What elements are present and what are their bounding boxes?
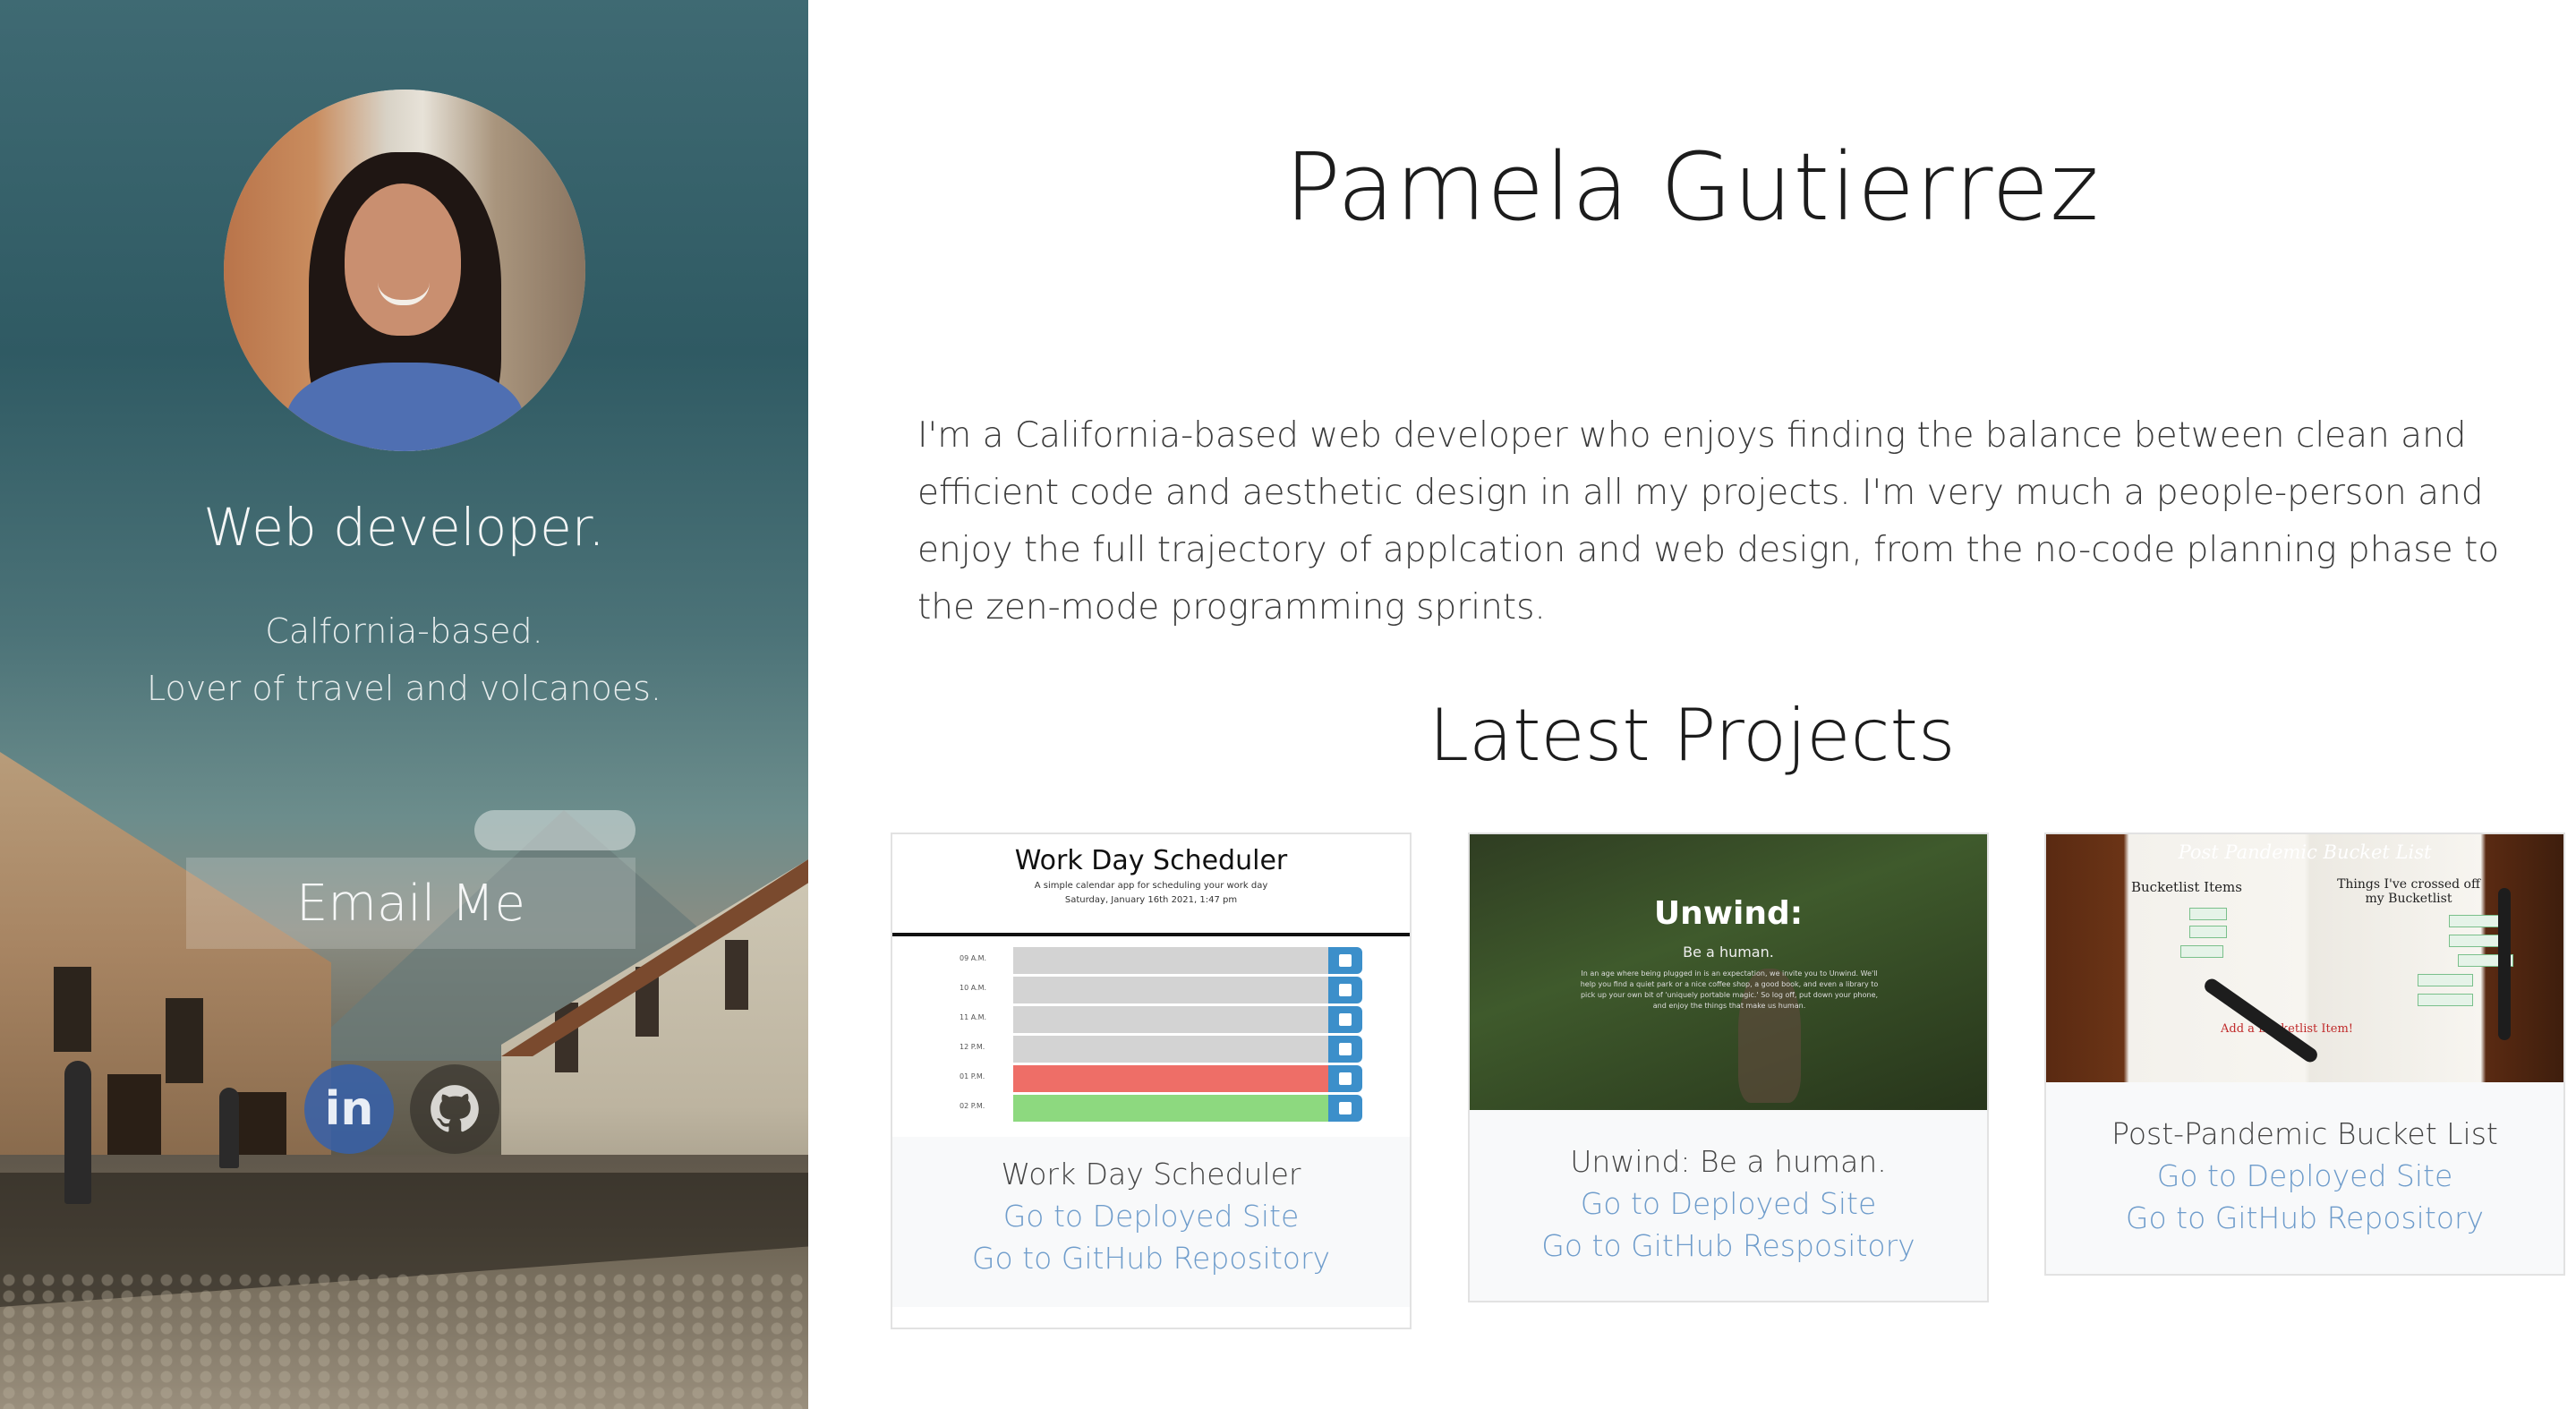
save-icon	[1328, 1095, 1362, 1122]
pen-icon	[2498, 888, 2511, 1040]
thumb-date: Saturday, January 16th 2021, 1:47 pm	[1064, 895, 1238, 905]
linkedin-icon: in	[324, 1082, 374, 1136]
cloud-background	[474, 810, 635, 850]
sidebar-tagline: Web developer.	[203, 497, 605, 558]
time-block-present: 01 P.M.	[960, 1065, 1362, 1092]
project-screenshot[interactable]: Unwind: Be a human. In an age where bein…	[1470, 834, 1987, 1110]
github-icon	[431, 1085, 479, 1132]
sidebar-interests: Lover of travel and volcanoes.	[147, 669, 661, 708]
project-title: Work Day Scheduler	[1001, 1157, 1301, 1191]
github-link[interactable]	[410, 1064, 499, 1154]
email-me-button[interactable]: Email Me	[186, 858, 635, 949]
hour-label: 10 A.M.	[960, 984, 987, 992]
thumb-subtitle: Be a human.	[1683, 944, 1774, 961]
github-repo-link[interactable]: Go to GitHub Repository	[2046, 1200, 2563, 1235]
thumb-title: Work Day Scheduler	[1014, 845, 1288, 876]
thumb-title: Post Pandemic Bucket List	[2178, 841, 2432, 863]
save-icon	[1328, 1065, 1362, 1092]
save-icon	[1328, 947, 1362, 974]
page-title: Pamela Gutierrez	[1284, 132, 2100, 242]
pen-icon	[2201, 976, 2321, 1065]
time-block-past: 09 A.M.	[960, 947, 1362, 974]
time-block-past: 12 P.M.	[960, 1036, 1362, 1063]
github-repo-link[interactable]: Go to GitHub Repository	[892, 1241, 1410, 1276]
deployed-site-link[interactable]: Go to Deployed Site	[1470, 1186, 1987, 1221]
project-card-body: Post-Pandemic Bucket List Go to Deployed…	[2046, 1082, 2563, 1274]
person-figure	[219, 1088, 239, 1168]
project-screenshot[interactable]: Post Pandemic Bucket List Bucketlist Ite…	[2046, 834, 2563, 1082]
linkedin-link[interactable]: in	[304, 1064, 394, 1154]
hour-label: 12 P.M.	[960, 1043, 985, 1051]
thumb-left-heading: Bucketlist Items	[2131, 879, 2242, 895]
project-card-unwind: Unwind: Be a human. In an age where bein…	[1468, 833, 1989, 1302]
thumb-right-heading: Things I've crossed off my Bucketlist	[2337, 877, 2480, 906]
bio-paragraph: I'm a California-based web developer who…	[917, 415, 2500, 628]
project-title: Unwind: Be a human.	[1570, 1144, 1887, 1179]
sidebar-location: Calfornia-based.	[265, 611, 543, 651]
save-icon	[1328, 977, 1362, 1003]
hour-label: 11 A.M.	[960, 1013, 987, 1021]
avatar	[224, 90, 585, 451]
project-card-body: Unwind: Be a human. Go to Deployed Site …	[1470, 1110, 1987, 1301]
project-card-work-day-scheduler: Work Day Scheduler A simple calendar app…	[891, 833, 1412, 1329]
time-block-future: 02 P.M.	[960, 1095, 1362, 1122]
thumb-title: Unwind:	[1653, 895, 1804, 932]
project-title: Post-Pandemic Bucket List	[2111, 1116, 2498, 1151]
sidebar: Web developer. Calfornia-based. Lover of…	[0, 0, 808, 1409]
time-block-past: 11 A.M.	[960, 1006, 1362, 1033]
scheduler-grid: 09 A.M. 10 A.M. 11 A.M. 12 P.M. 01 P.M. …	[892, 936, 1410, 1137]
cobblestones	[0, 1271, 808, 1409]
save-icon	[1328, 1006, 1362, 1033]
project-card-bucket-list: Post Pandemic Bucket List Bucketlist Ite…	[2044, 833, 2565, 1276]
projects-heading: Latest Projects	[1429, 694, 1956, 777]
deployed-site-link[interactable]: Go to Deployed Site	[892, 1199, 1410, 1234]
thumb-subtitle: A simple calendar app for scheduling you…	[1034, 881, 1268, 891]
time-block-past: 10 A.M.	[960, 977, 1362, 1003]
thumb-text: In an age where being plugged in is an e…	[1580, 969, 1879, 1010]
project-screenshot[interactable]: Work Day Scheduler A simple calendar app…	[892, 834, 1410, 936]
save-icon	[1328, 1036, 1362, 1063]
hour-label: 01 P.M.	[960, 1072, 985, 1080]
project-card-body: Work Day Scheduler Go to Deployed Site G…	[892, 1137, 1410, 1307]
github-repo-link[interactable]: Go to GitHub Respository	[1470, 1228, 1987, 1263]
person-figure	[64, 1061, 91, 1204]
hour-label: 02 P.M.	[960, 1102, 985, 1110]
deployed-site-link[interactable]: Go to Deployed Site	[2046, 1158, 2563, 1193]
hour-label: 09 A.M.	[960, 954, 987, 962]
